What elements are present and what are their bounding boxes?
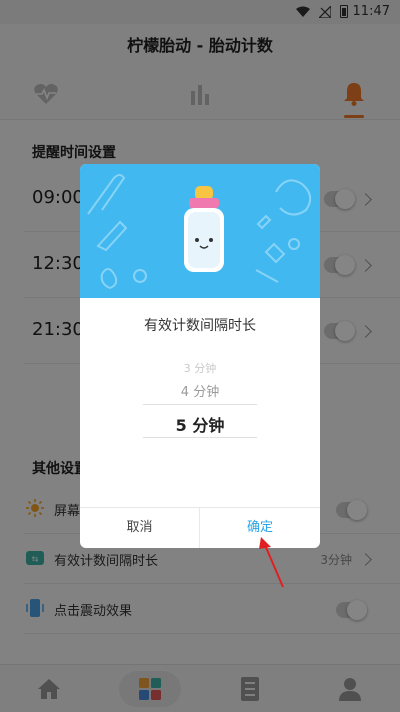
picker-option[interactable]: 3 分钟 (80, 360, 320, 376)
dialog-title: 有效计数间隔时长 (144, 318, 256, 334)
picker-option[interactable]: 4 分钟 (80, 381, 320, 400)
picker-divider (143, 404, 257, 405)
interval-picker-dialog: 有效计数间隔时长 3 分钟 4 分钟 5 分钟 取消 确定 (80, 164, 320, 548)
picker-divider (143, 437, 257, 438)
picker-selected-option[interactable]: 5 分钟 (80, 412, 320, 436)
annotation-arrow-icon (259, 537, 284, 588)
cancel-button[interactable]: 取消 (80, 508, 200, 548)
dialog-banner (80, 164, 320, 298)
baby-bottle-illustration (87, 174, 312, 290)
